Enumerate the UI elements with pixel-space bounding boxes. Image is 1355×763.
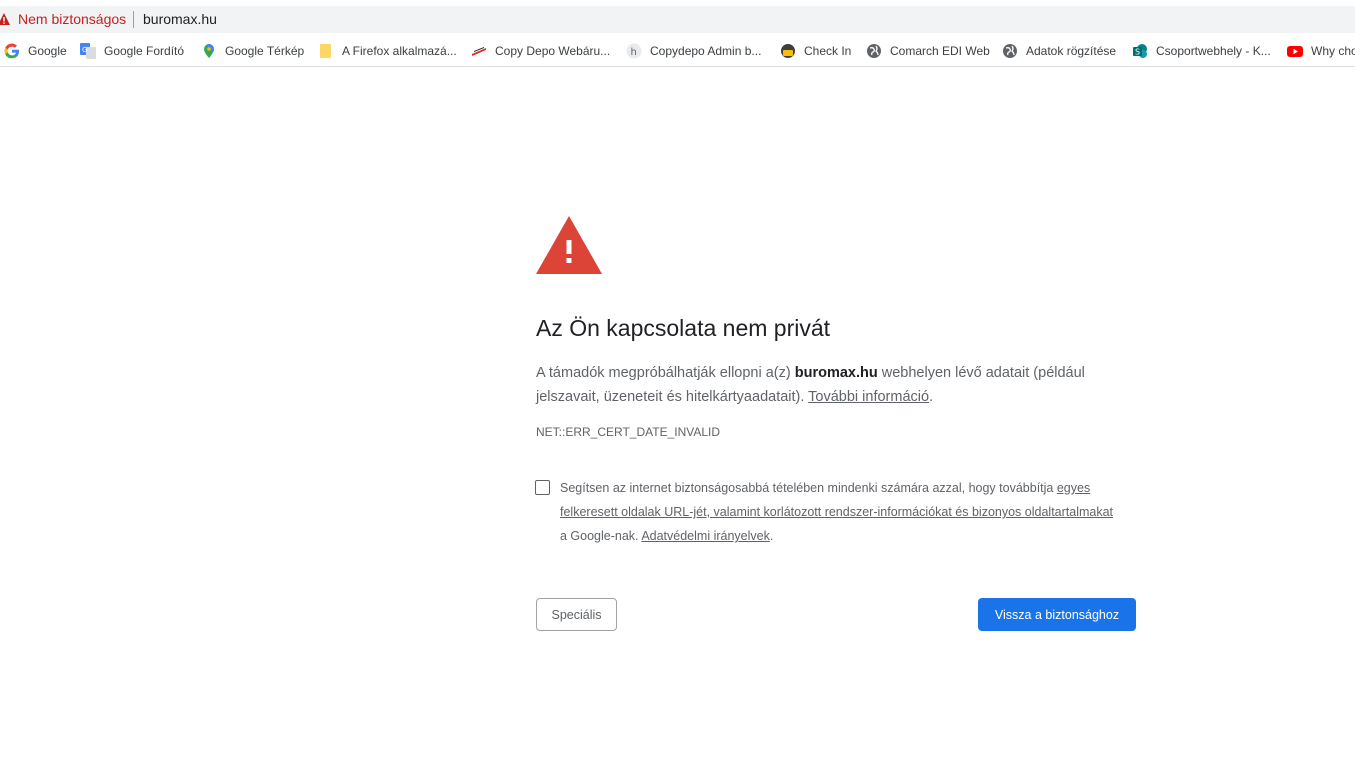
bookmark-google[interactable]: Google: [4, 36, 67, 66]
explanation-paragraph: A támadók megpróbálhatják ellopni a(z) b…: [536, 361, 1126, 409]
checkbox-text: a Google-nak.: [560, 529, 642, 543]
bookmarks-bar: Google G Google Fordító Google Térkép A …: [0, 36, 1355, 67]
bookmark-label: Check In: [804, 44, 852, 58]
explanation-end: .: [929, 389, 934, 405]
bookmark-copydepo-admin[interactable]: h Copydepo Admin b...: [626, 36, 761, 66]
page-title: Az Ön kapcsolata nem privát: [536, 315, 831, 341]
bookmark-label: Adatok rögzítése: [1026, 44, 1117, 58]
globe-icon: [867, 44, 881, 58]
report-checkbox[interactable]: [535, 480, 550, 495]
more-info-link[interactable]: További információ: [808, 389, 929, 405]
bookmark-label: Why cho: [1311, 44, 1355, 58]
youtube-icon: [1287, 46, 1303, 57]
sharepoint-icon: S: [1133, 44, 1147, 58]
globe-icon: [1003, 44, 1017, 58]
bookmark-adatok[interactable]: Adatok rögzítése: [1002, 36, 1116, 66]
warning-triangle-icon: [536, 216, 602, 274]
advanced-button[interactable]: Speciális: [536, 598, 617, 631]
bookmark-label: Google Térkép: [225, 44, 305, 58]
bookmark-google-maps[interactable]: Google Térkép: [201, 36, 304, 66]
bookmark-check-in[interactable]: Check In: [780, 36, 851, 66]
google-translate-icon: G: [80, 43, 96, 59]
bookmark-comarch-edi[interactable]: Comarch EDI Web: [866, 36, 990, 66]
address-bar[interactable]: Nem biztonságos buromax.hu: [0, 6, 1355, 33]
domain-name: buromax.hu: [794, 365, 878, 381]
bookmark-youtube[interactable]: Why cho: [1287, 36, 1355, 66]
report-checkbox-label: Segítsen az internet biztonságosabbá tét…: [560, 476, 1120, 548]
bookmark-label: Copydepo Admin b...: [650, 44, 762, 58]
omnibox-divider: [133, 11, 134, 28]
bookmark-firefox-folder[interactable]: A Firefox alkalmazá...: [318, 36, 457, 66]
bookmark-label: Google: [28, 44, 67, 58]
bookmark-csoportwebhely[interactable]: S Csoportwebhely - K...: [1132, 36, 1271, 66]
bookmark-label: Google Fordító: [104, 44, 185, 58]
svg-text:S: S: [1135, 48, 1140, 57]
warning-icon[interactable]: [0, 12, 10, 26]
explanation-text: A támadók megpróbálhatják ellopni a(z): [536, 365, 795, 381]
google-icon: [4, 43, 19, 59]
check-in-icon: [781, 44, 795, 58]
bookmark-label: Copy Depo Webáru...: [495, 44, 611, 58]
folder-icon: [320, 44, 331, 58]
svg-text:h: h: [631, 47, 637, 58]
checkbox-text: Segítsen az internet biztonságosabbá tét…: [560, 481, 1057, 495]
bookmark-label: Csoportwebhely - K...: [1156, 44, 1271, 58]
bookmark-google-translate[interactable]: G Google Fordító: [80, 36, 184, 66]
google-maps-icon: [204, 44, 214, 58]
copydepo-icon: [472, 47, 486, 56]
privacy-policy-link[interactable]: Adatvédelmi irányelvek: [641, 529, 770, 543]
bookmark-label: A Firefox alkalmazá...: [342, 44, 457, 58]
security-status-label[interactable]: Nem biztonságos: [18, 11, 126, 27]
error-code: NET::ERR_CERT_DATE_INVALID: [536, 425, 721, 439]
bookmark-label: Comarch EDI Web: [890, 44, 990, 58]
checkbox-end: .: [769, 529, 774, 543]
copydepo-admin-icon: h: [626, 43, 642, 59]
back-to-safety-button[interactable]: Vissza a biztonsághoz: [978, 598, 1136, 631]
bookmark-copy-depo[interactable]: Copy Depo Webáru...: [471, 36, 610, 66]
svg-text:G: G: [82, 46, 87, 54]
url-text[interactable]: buromax.hu: [143, 11, 217, 27]
